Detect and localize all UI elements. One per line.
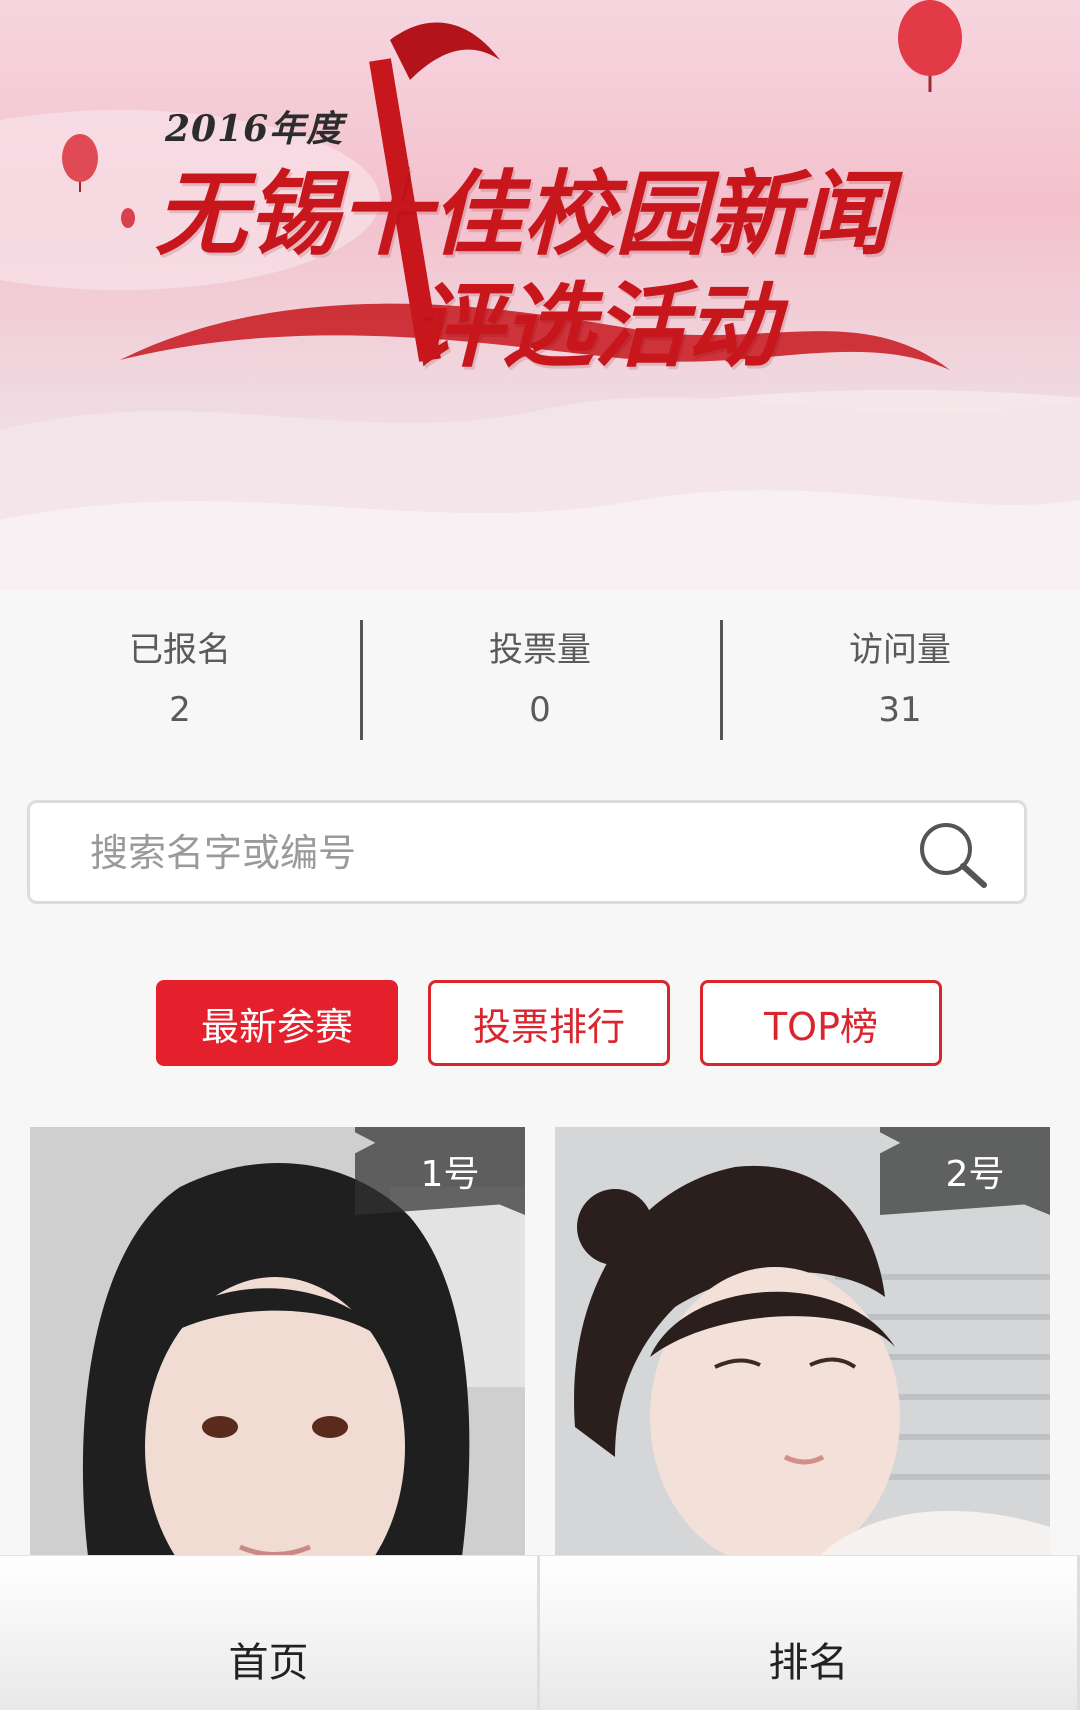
- stat-label: 已报名: [129, 630, 231, 670]
- tab-latest[interactable]: 最新参赛: [156, 980, 398, 1066]
- stat-label: 投票量: [489, 630, 591, 670]
- nav-ranking[interactable]: 排名: [537, 1555, 1080, 1710]
- stats-bar: 已报名 2 投票量 0 访问量 31: [0, 618, 1080, 742]
- search-box: [27, 800, 1027, 904]
- stat-value: 0: [529, 690, 551, 730]
- tab-vote-ranking[interactable]: 投票排行: [428, 980, 670, 1066]
- stat-label: 访问量: [849, 630, 951, 670]
- nav-home[interactable]: 首页: [0, 1555, 537, 1710]
- filter-tabs: 最新参赛 投票排行 TOP榜: [156, 980, 942, 1066]
- stat-registered: 已报名 2: [0, 618, 360, 742]
- stat-visits: 访问量 31: [720, 618, 1080, 742]
- bottom-nav: 首页 排名: [0, 1555, 1080, 1710]
- tab-top-list[interactable]: TOP榜: [700, 980, 942, 1066]
- contestant-card-1[interactable]: 1号: [30, 1127, 525, 1572]
- banner-title-line2: 评选活动: [410, 272, 779, 380]
- search-input[interactable]: [90, 821, 890, 885]
- contestant-number-badge: 2号: [880, 1127, 1050, 1215]
- search-icon[interactable]: [916, 819, 988, 891]
- event-banner: 2016年度 无锡十佳校园新闻 评选活动: [0, 0, 1080, 590]
- stat-value: 2: [169, 690, 191, 730]
- contestant-card-2[interactable]: 2号: [555, 1127, 1050, 1572]
- page: 2016年度 无锡十佳校园新闻 评选活动 已报名 2 投票量 0 访问量 31 …: [0, 0, 1080, 1710]
- contestant-number-badge: 1号: [355, 1127, 525, 1215]
- stat-value: 31: [878, 690, 922, 730]
- stat-votes: 投票量 0: [360, 618, 720, 742]
